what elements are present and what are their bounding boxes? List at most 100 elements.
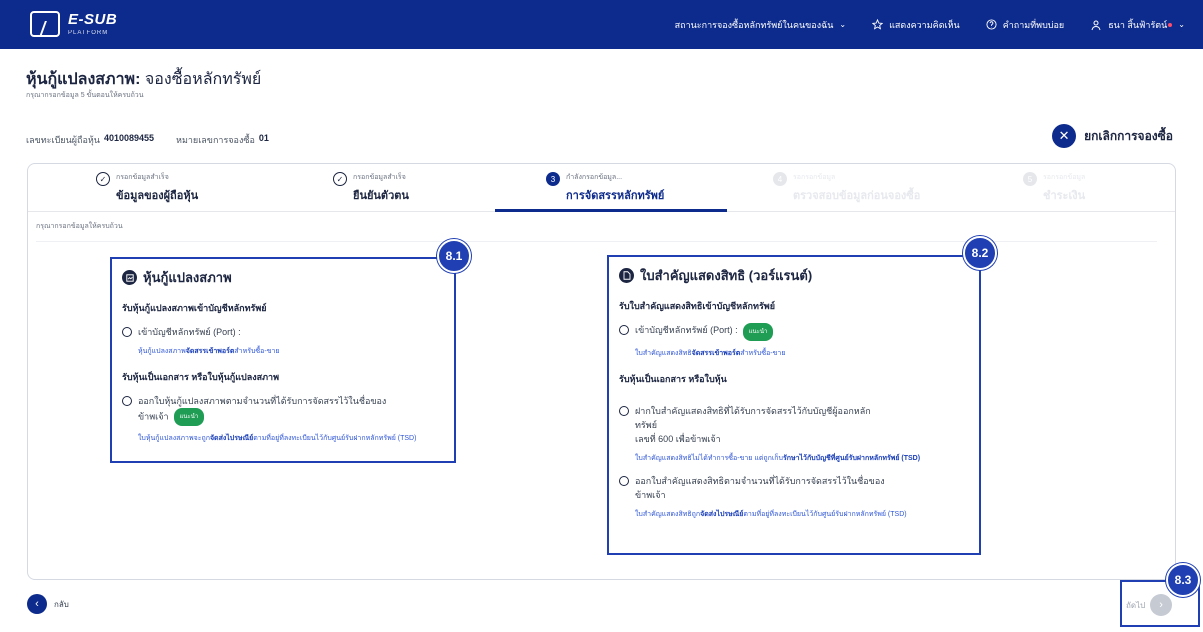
annotation-marker: 8.2 (963, 236, 997, 270)
section-title: รับหุ้นเป็นเอกสาร หรือใบหุ้น (619, 374, 727, 384)
check-circle-icon: ✓ (333, 172, 347, 186)
panel-title: ใบสำคัญแสดงสิทธิ (วอร์แรนต์) (640, 268, 813, 283)
annotation-marker: 8.1 (437, 239, 471, 273)
faq-label: คำถามที่พบบ่อย (1002, 19, 1065, 30)
status-dropdown[interactable]: สถานะการจองซื้อหลักทรัพย์ในคนของฉัน ⌄ (675, 18, 846, 32)
stepper: ✓ กรอกข้อมูลสำเร็จ ข้อมูลของผู้ถือหุ้น ✓… (28, 164, 1175, 212)
option-label: เข้าบัญชีหลักทรัพย์ (Port) : (138, 327, 241, 337)
option-certificate[interactable]: ออกใบสำคัญแสดงสิทธิตามจำนวนที่ได้รับการจ… (619, 474, 969, 502)
step-number-icon: 4 (773, 172, 787, 186)
section-title: รับหุ้นกู้แปลงสภาพเข้าบัญชีหลักทรัพย์ (122, 303, 267, 313)
cancel-subscription-button[interactable]: ✕ ยกเลิกการจองซื้อ (1052, 124, 1173, 148)
feedback-link[interactable]: แสดงความคิดเห็น (872, 18, 960, 32)
chevron-right-icon: › (1150, 594, 1173, 616)
logo-icon (30, 11, 60, 37)
radio-certificate[interactable] (619, 476, 629, 486)
radio-port[interactable] (619, 325, 629, 335)
top-nav: สถานะการจองซื้อหลักทรัพย์ในคนของฉัน ⌄ แส… (649, 0, 1185, 49)
annotation-marker: 8.3 (1166, 563, 1200, 597)
top-bar: E-SUB PLATFORM สถานะการจองซื้อหลักทรัพย์… (0, 0, 1203, 49)
option-port[interactable]: เข้าบัญชีหลักทรัพย์ (Port) : (122, 325, 444, 339)
order-label: หมายเลขการจองซื้อ (176, 135, 255, 145)
step-status: กรอกข้อมูลสำเร็จ (353, 174, 406, 181)
user-menu[interactable]: ธนา สิ้นฟ้ารัตน์ ⌄ (1090, 18, 1185, 32)
back-button[interactable]: ‹ กลับ (27, 594, 69, 614)
info-row: เลขทะเบียนผู้ถือหุ้น 4010089455 หมายเลขก… (26, 133, 291, 147)
step-status: รอกรอกข้อมูล (1043, 174, 1086, 181)
option-deposit[interactable]: ฝากใบสำคัญแสดงสิทธิที่ได้รับการจัดสรรไว้… (619, 404, 969, 446)
option-label-3: เลขที่ 600 เพื่อข้าพเจ้า (635, 434, 721, 444)
brand-logo[interactable]: E-SUB PLATFORM (30, 11, 117, 37)
holder-label: เลขทะเบียนผู้ถือหุ้น (26, 135, 100, 145)
page-title: หุ้นกู้แปลงสภาพ: จองซื้อหลักทรัพย์ (26, 67, 261, 92)
radio-port[interactable] (122, 327, 132, 337)
star-icon (872, 19, 884, 30)
option-label-2: ข้าพเจ้า (138, 411, 169, 422)
step-1[interactable]: ✓ กรอกข้อมูลสำเร็จ ข้อมูลของผู้ถือหุ้น (96, 172, 198, 204)
option-note: ใบสำคัญแสดงสิทธิถูกจัดส่งไปรษณีย์ตามที่อ… (635, 511, 907, 518)
option-note: ใบหุ้นกู้แปลงสภาพจะถูกจัดส่งไปรษณีย์ตามท… (138, 435, 417, 442)
holder-value: 4010089455 (103, 133, 155, 143)
next-label: ถัดไป (1126, 600, 1146, 610)
cancel-label: ยกเลิกการจองซื้อ (1084, 128, 1173, 143)
option-note: ใบสำคัญแสดงสิทธิจัดสรรเข้าพอร์ตสำหรับซื้… (635, 350, 786, 357)
chevron-down-icon: ⌄ (1178, 20, 1185, 29)
step-status: กำลังกรอกข้อมูล... (566, 174, 623, 181)
step-label: การจัดสรรหลักทรัพย์ (566, 190, 665, 202)
step-4: 4 รอกรอกข้อมูล ตรวจสอบข้อมูลก่อนจองซื้อ (773, 172, 920, 204)
step-label: ยืนยันตัวตน (353, 190, 409, 202)
step-status: กรอกข้อมูลสำเร็จ (116, 174, 169, 181)
page-title-sub: จองซื้อหลักทรัพย์ (144, 71, 262, 88)
section-title: รับใบสำคัญแสดงสิทธิเข้าบัญชีหลักทรัพย์ (619, 301, 775, 311)
radio-certificate[interactable] (122, 396, 132, 406)
option-note: หุ้นกู้แปลงสภาพจัดสรรเข้าพอร์ตสำหรับซื้อ… (138, 348, 280, 355)
active-step-underline (495, 209, 727, 212)
section-title: รับหุ้นเป็นเอกสาร หรือใบหุ้นกู้แปลงสภาพ (122, 372, 280, 382)
page-subtitle: กรุณากรอกข้อมูล 5 ขั้นตอนให้ครบถ้วน (26, 92, 144, 99)
brand-name: E-SUB (68, 11, 118, 28)
option-label: ฝากใบสำคัญแสดงสิทธิที่ได้รับการจัดสรรไว้… (635, 406, 871, 416)
option-certificate[interactable]: ออกใบหุ้นกู้แปลงสภาพตามจำนวนที่ได้รับการ… (122, 394, 444, 426)
step-5: 5 รอกรอกข้อมูล ชำระเงิน (1023, 172, 1085, 204)
step-number-icon: 5 (1023, 172, 1037, 186)
convertible-bond-panel: หุ้นกู้แปลงสภาพ รับหุ้นกู้แปลงสภาพเข้าบั… (110, 257, 456, 463)
recommended-badge: แนะนำ (173, 408, 205, 426)
bond-icon (122, 270, 137, 285)
user-icon (1091, 20, 1101, 30)
chevron-left-icon: ‹ (27, 594, 47, 614)
step-3[interactable]: 3 กำลังกรอกข้อมูล... การจัดสรรหลักทรัพย์ (546, 172, 664, 204)
option-label-2: ทรัพย์ (635, 420, 657, 430)
option-port[interactable]: เข้าบัญชีหลักทรัพย์ (Port) : แนะนำ (619, 323, 969, 341)
recommended-badge: แนะนำ (742, 323, 774, 341)
faq-link[interactable]: คำถามที่พบบ่อย (986, 18, 1064, 32)
feedback-label: แสดงความคิดเห็น (889, 19, 960, 30)
step-label: ชำระเงิน (1043, 190, 1086, 202)
check-circle-icon: ✓ (96, 172, 110, 186)
radio-deposit[interactable] (619, 406, 629, 416)
back-label: กลับ (54, 599, 69, 609)
option-label: เข้าบัญชีหลักทรัพย์ (Port) : (635, 325, 738, 335)
help-icon (986, 19, 997, 30)
step-2[interactable]: ✓ กรอกข้อมูลสำเร็จ ยืนยันตัวตน (333, 172, 409, 204)
page-title-main: หุ้นกู้แปลงสภาพ: (26, 71, 141, 88)
step-status: รอกรอกข้อมูล (793, 174, 836, 181)
close-icon: ✕ (1052, 124, 1077, 148)
option-note: ใบสำคัญแสดงสิทธิไม่ได้ทำการซื้อ-ขาย แต่ถ… (635, 455, 921, 462)
step-label: ข้อมูลของผู้ถือหุ้น (116, 190, 199, 202)
warrant-panel: ใบสำคัญแสดงสิทธิ (วอร์แรนต์) รับใบสำคัญแ… (607, 255, 981, 555)
status-dropdown-label: สถานะการจองซื้อหลักทรัพย์ในคนของฉัน (674, 19, 834, 30)
option-label: ออกใบหุ้นกู้แปลงสภาพตามจำนวนที่ได้รับการ… (138, 396, 387, 406)
user-name: ธนา สิ้นฟ้ารัตน์ (1108, 19, 1168, 30)
brand-sub: PLATFORM (68, 30, 109, 36)
panel-title: หุ้นกู้แปลงสภาพ (143, 270, 232, 285)
step-label: ตรวจสอบข้อมูลก่อนจองซื้อ (793, 190, 921, 202)
chevron-down-icon: ⌄ (839, 20, 847, 29)
document-icon (619, 268, 634, 283)
option-label-2: ข้าพเจ้า (635, 490, 666, 500)
next-button[interactable]: ถัดไป › (1126, 594, 1173, 616)
order-value: 01 (258, 133, 269, 143)
notification-dot (1168, 22, 1173, 27)
form-hint: กรุณากรอกข้อมูลให้ครบถ้วน (36, 223, 123, 230)
option-label: ออกใบสำคัญแสดงสิทธิตามจำนวนที่ได้รับการจ… (635, 476, 885, 486)
step-number-icon: 3 (546, 172, 560, 186)
